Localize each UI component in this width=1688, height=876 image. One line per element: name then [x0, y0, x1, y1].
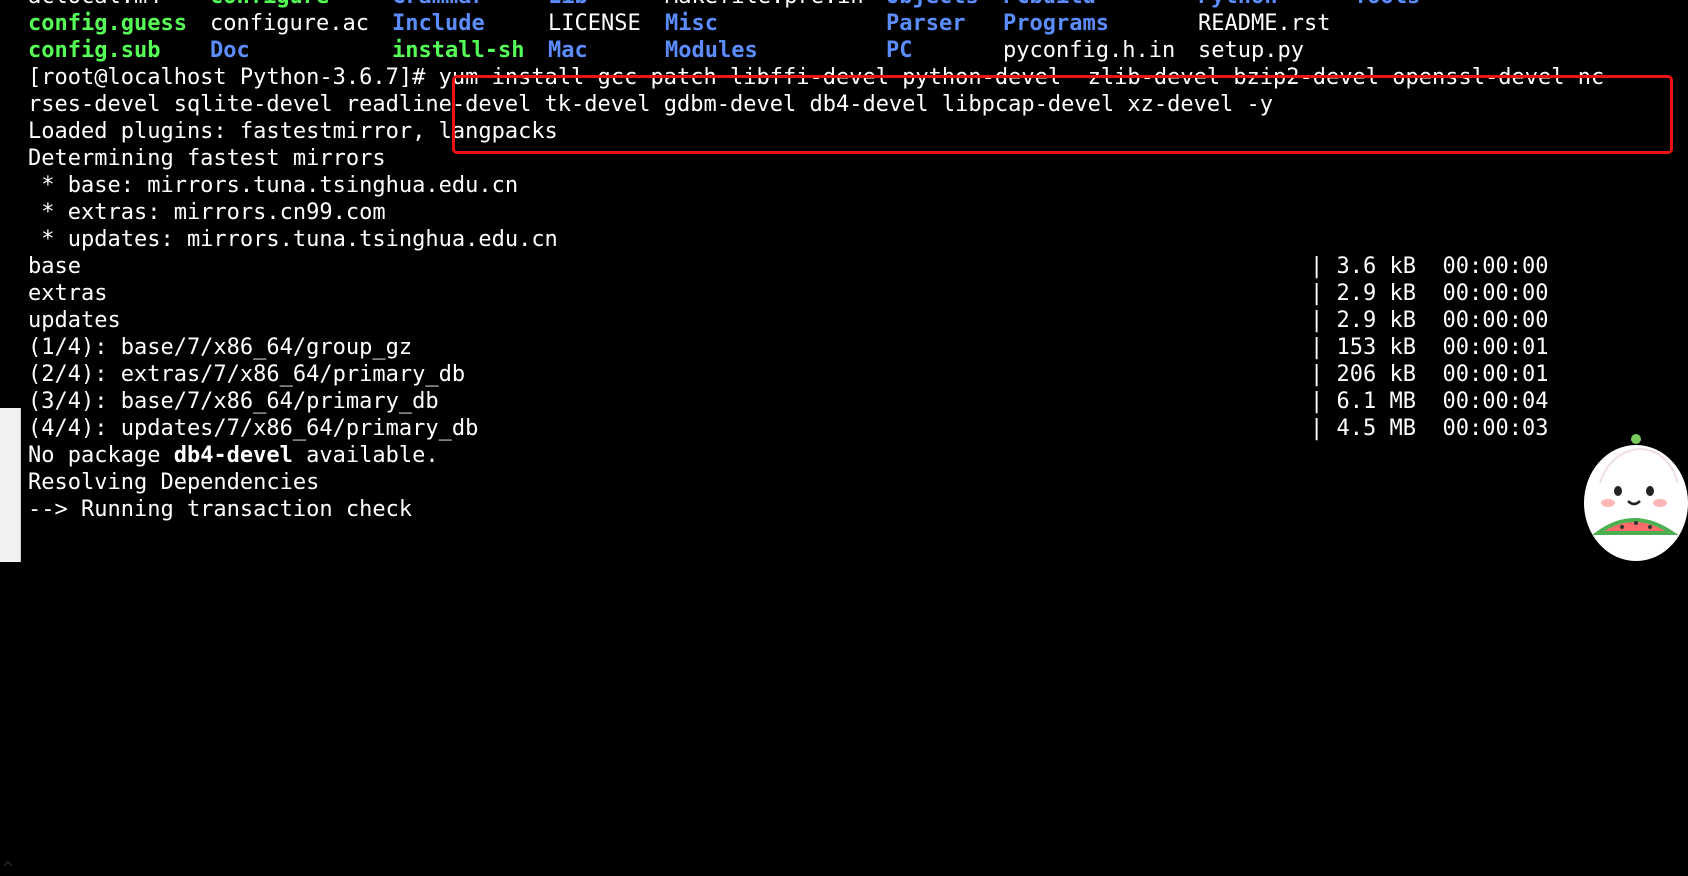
download-size: 3.6 kB — [1336, 254, 1416, 279]
left-gutter: ^ — [0, 408, 21, 876]
download-progress-row: (4/4): updates/7/x86_64/primary_db | 4.5 … — [28, 415, 1688, 442]
file-entry: Parser — [886, 11, 966, 36]
file-entry: Misc — [665, 11, 718, 36]
download-time: 00:00:03 — [1442, 416, 1549, 441]
dir-listing-row: config.sub Doc install-sh Mac Modules PC pycon… — [28, 37, 1688, 64]
file-entry: Include — [392, 11, 485, 36]
download-size: 2.9 kB — [1336, 281, 1416, 306]
download-time: 00:00:00 — [1442, 281, 1549, 306]
download-time: 00:00:01 — [1442, 362, 1549, 387]
download-stats: | 2.9 kB 00:00:00 — [1310, 281, 1549, 306]
download-time: 00:00:00 — [1442, 308, 1549, 333]
download-progress-row: updates | 2.9 kB 00:00:00 — [28, 307, 1688, 334]
file-entry: aclocal.m4 — [28, 0, 160, 10]
file-entry: PCbuild — [1003, 0, 1096, 10]
shell-prompt: [root@localhost Python-3.6.7]# — [28, 65, 439, 90]
download-stats: | 3.6 kB 00:00:00 — [1310, 254, 1549, 279]
highlight-annotation-box — [452, 75, 1673, 154]
repo-name: base — [28, 254, 81, 279]
output-line: * extras: mirrors.cn99.com — [28, 200, 386, 225]
file-entry: README.rst — [1198, 11, 1331, 36]
file-entry: setup.py — [1198, 38, 1304, 63]
repo-name: (4/4): updates/7/x86_64/primary_db — [28, 416, 479, 441]
repo-name: extras — [28, 281, 108, 306]
download-stats: | 206 kB 00:00:01 — [1310, 362, 1549, 387]
download-stats: | 6.1 MB 00:00:04 — [1310, 389, 1549, 414]
download-stats: | 4.5 MB 00:00:03 — [1310, 416, 1549, 441]
download-size: 4.5 MB — [1336, 416, 1416, 441]
output-line: --> Running transaction check — [28, 497, 413, 522]
output-line: Resolving Dependencies — [28, 470, 320, 495]
download-progress-row: base | 3.6 kB 00:00:00 — [28, 253, 1688, 280]
file-entry: config.sub — [28, 38, 161, 63]
file-entry: configure.ac — [210, 11, 369, 36]
file-entry: Objects — [886, 0, 979, 10]
repo-name: (1/4): base/7/x86_64/group_gz — [28, 335, 413, 360]
download-time: 00:00:01 — [1442, 335, 1549, 360]
dir-listing-row: aclocal.m4 configure Grammar Lib Makefile.pr… — [28, 0, 1688, 10]
repo-name: updates — [28, 308, 121, 333]
file-entry: Makefile.pre.in — [665, 0, 864, 10]
file-entry: Python — [1198, 0, 1277, 10]
output-line: * base: mirrors.tuna.tsinghua.edu.cn — [28, 173, 519, 198]
download-progress-row: (3/4): base/7/x86_64/primary_db | 6.1 MB … — [28, 388, 1688, 415]
output-line: * updates: mirrors.tuna.tsinghua.edu.cn — [28, 227, 558, 252]
download-size: 153 kB — [1336, 335, 1416, 360]
output-line: No package db4-devel available. — [28, 443, 439, 468]
download-size: 2.9 kB — [1336, 308, 1416, 333]
download-size: 206 kB — [1336, 362, 1416, 387]
file-entry: Mac — [548, 38, 588, 63]
file-entry: Doc — [210, 38, 250, 63]
file-entry: Programs — [1003, 11, 1109, 36]
download-progress-row: (2/4): extras/7/x86_64/primary_db | 206 k… — [28, 361, 1688, 388]
download-stats: | 153 kB 00:00:01 — [1310, 335, 1549, 360]
file-entry: Grammar — [392, 0, 485, 10]
download-progress-list: base | 3.6 kB 00:00:00 extras | 2.9 kB 00:0… — [28, 253, 1688, 442]
file-entry: Modules — [665, 38, 758, 63]
download-time: 00:00:04 — [1442, 389, 1549, 414]
repo-name: (2/4): extras/7/x86_64/primary_db — [28, 362, 466, 387]
scroll-up-arrow-icon[interactable]: ^ — [2, 860, 16, 876]
download-progress-row: extras | 2.9 kB 00:00:00 — [28, 280, 1688, 307]
file-entry: install-sh — [392, 38, 525, 63]
file-entry: configure — [210, 0, 329, 10]
download-time: 00:00:00 — [1442, 254, 1549, 279]
repo-name: (3/4): base/7/x86_64/primary_db — [28, 389, 439, 414]
missing-package-name: db4-devel — [173, 443, 293, 468]
dir-listing-row: config.guess configure.ac Include LICENSE Mi… — [28, 10, 1688, 37]
file-entry: Lib — [548, 0, 588, 10]
file-entry: Tools — [1354, 0, 1420, 10]
watermelon-mascot-sticker — [1584, 434, 1688, 561]
file-entry: pyconfig.h.in — [1003, 38, 1176, 63]
download-size: 6.1 MB — [1336, 389, 1416, 414]
file-entry: config.guess — [28, 11, 187, 36]
download-stats: | 2.9 kB 00:00:00 — [1310, 308, 1549, 333]
file-entry: PC — [886, 38, 913, 63]
file-entry: LICENSE — [548, 11, 641, 36]
download-progress-row: (1/4): base/7/x86_64/group_gz | 153 kB 00… — [28, 334, 1688, 361]
